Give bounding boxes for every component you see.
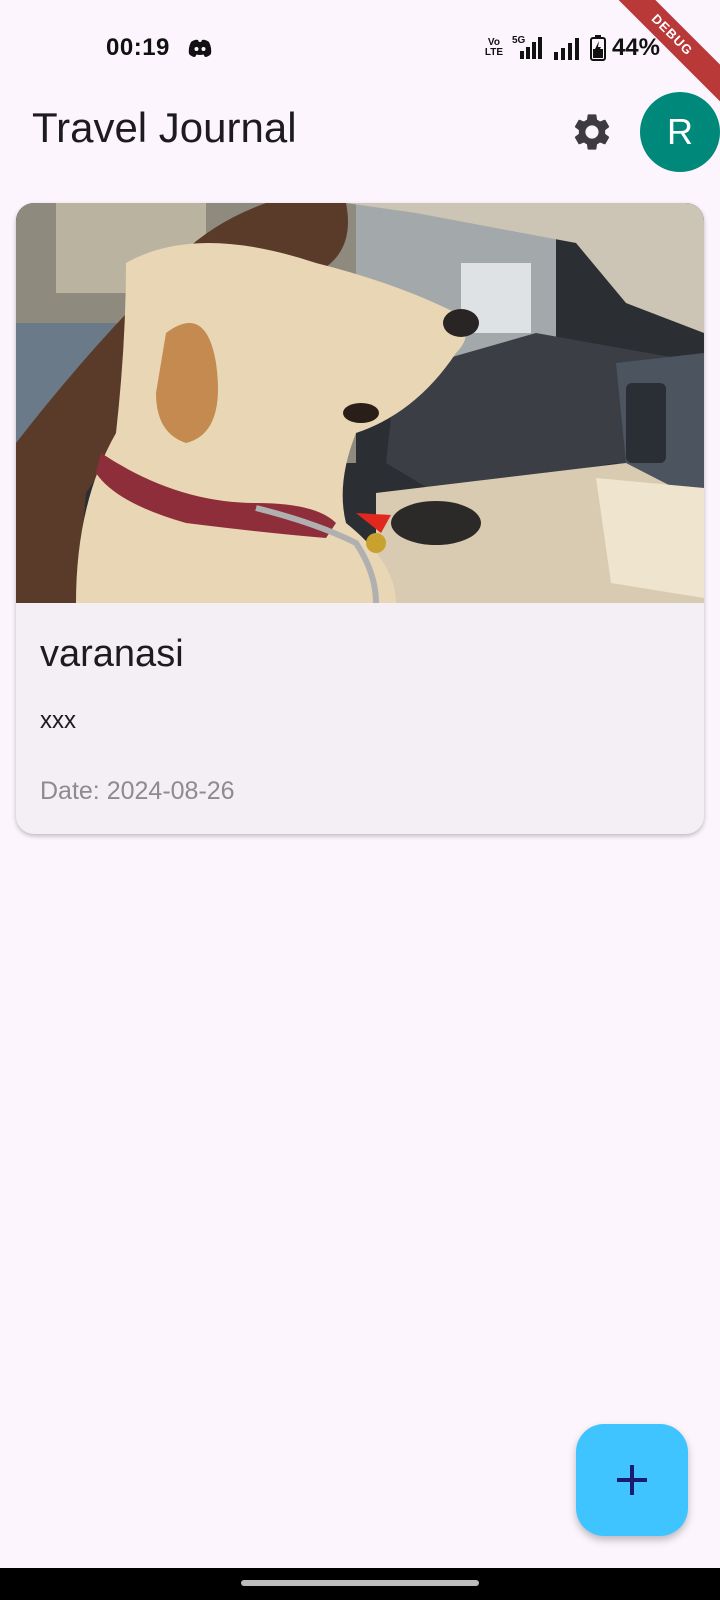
avatar[interactable]: R — [640, 92, 720, 172]
battery-icon — [589, 35, 606, 61]
page-title: Travel Journal — [32, 104, 297, 151]
journal-entry-card[interactable]: varanasi xxx Date: 2024-08-26 — [16, 203, 704, 834]
plus-icon — [617, 1465, 647, 1495]
navigation-bar — [0, 1568, 720, 1600]
status-time: 00:19 — [106, 34, 170, 61]
signal-5g-icon: 5G — [512, 35, 546, 61]
battery-percent: 44% — [611, 34, 660, 61]
status-bar: 00:19 Vo LTE 5G 44% — [0, 0, 720, 96]
entry-date: Date: 2024-08-26 — [40, 777, 235, 805]
volte-indicator: Vo LTE — [484, 37, 504, 58]
entry-description: xxx — [40, 707, 76, 734]
entry-title: varanasi — [40, 633, 184, 675]
gear-icon — [574, 114, 610, 150]
add-entry-button[interactable] — [576, 1424, 688, 1536]
entry-photo — [16, 203, 704, 603]
settings-button[interactable] — [568, 108, 616, 156]
signal-icon — [553, 38, 579, 60]
status-icons: Vo LTE 5G 44% — [482, 34, 660, 62]
home-gesture-handle[interactable] — [241, 1580, 479, 1586]
discord-icon — [188, 39, 212, 57]
